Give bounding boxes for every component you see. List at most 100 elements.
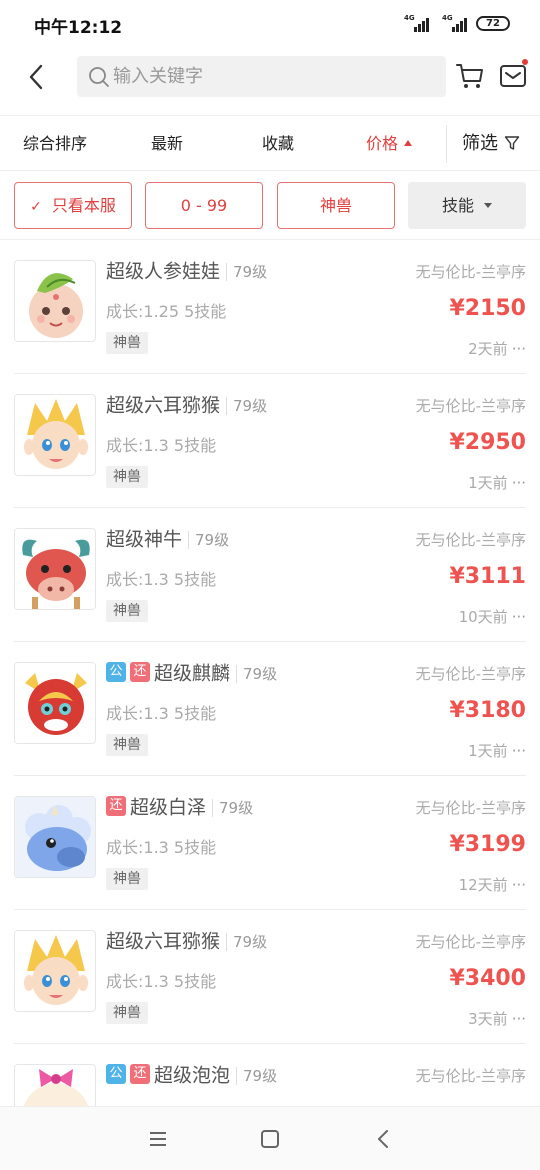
list-item[interactable]: 公还超级泡泡 79级 无与伦比-兰亭序 (0, 1044, 540, 1106)
item-level: 79级 (188, 530, 230, 549)
sort-price[interactable]: 价格 (366, 117, 413, 171)
item-server: 无与伦比-兰亭序 (415, 933, 526, 951)
home-button[interactable] (258, 1127, 282, 1151)
nav-back-icon (378, 1130, 388, 1148)
filter-button[interactable]: 筛选 (462, 117, 520, 171)
item-server: 无与伦比-兰亭序 (415, 665, 526, 683)
item-level: 79级 (236, 1066, 278, 1085)
item-price: ¥3199 (449, 832, 526, 857)
badge-bargain: 还 (130, 661, 150, 682)
more-icon[interactable]: ··· (512, 742, 526, 760)
item-price: ¥2950 (449, 430, 526, 455)
signal-icon: 4G (404, 14, 430, 32)
list-item[interactable]: 超级神牛 79级 成长:1.3 5技能 神兽 无与伦比-兰亭序 ¥3111 10天… (0, 508, 540, 642)
badge-public: 公 (106, 1063, 126, 1084)
signal-icon: 4G (442, 14, 468, 32)
mail-button[interactable] (498, 62, 528, 90)
nav-back-button[interactable] (372, 1127, 396, 1151)
item-name: 超级六耳猕猴 (106, 930, 221, 953)
chip-category[interactable]: 神兽 (277, 182, 395, 229)
item-name: 超级麒麟 (154, 662, 231, 685)
chip-label: 技能 (441, 196, 474, 215)
list-item[interactable]: 还超级白泽 79级 成长:1.3 5技能 神兽 无与伦比-兰亭序 ¥3199 12… (0, 776, 540, 910)
menu-button[interactable] (146, 1127, 170, 1151)
item-title: 公还超级泡泡 79级 (106, 1060, 278, 1090)
pet-avatar (14, 528, 96, 610)
sort-newest[interactable]: 最新 (151, 117, 183, 171)
home-square-icon (261, 1130, 279, 1148)
sort-price-label: 价格 (366, 134, 399, 153)
status-bar: 中午12:12 4G 4G 72 (0, 0, 540, 46)
item-time-label: 1天前 (468, 742, 508, 760)
system-nav-bar (0, 1106, 540, 1170)
sort-comprehensive[interactable]: 综合排序 (23, 117, 87, 171)
item-name: 超级白泽 (130, 796, 207, 819)
item-name: 超级泡泡 (154, 1064, 231, 1087)
item-time: 1天前 ··· (468, 740, 526, 761)
more-icon[interactable]: ··· (512, 474, 526, 492)
mail-icon (500, 65, 526, 87)
status-time: 中午12:12 (34, 18, 123, 38)
item-time-label: 3天前 (468, 1010, 508, 1028)
item-title: 超级神牛 79级 (106, 524, 230, 554)
chip-label: 只看本服 (51, 196, 116, 215)
pet-avatar (14, 394, 96, 476)
search-box[interactable] (77, 56, 446, 97)
pet-avatar (14, 662, 96, 744)
header (0, 46, 540, 116)
filter-chips: ✓ 只看本服 0 - 99 神兽 技能 (0, 172, 540, 240)
item-time-label: 10天前 (458, 608, 508, 626)
item-growth: 成长:1.3 5技能 (106, 972, 217, 991)
item-time: 1天前 ··· (468, 472, 526, 493)
item-tag: 神兽 (106, 466, 148, 488)
cart-button[interactable] (455, 62, 485, 90)
chip-skills[interactable]: 技能 (408, 182, 526, 229)
list-item[interactable]: 超级人参娃娃 79级 成长:1.25 5技能 神兽 无与伦比-兰亭序 ¥2150 … (0, 240, 540, 374)
item-growth: 成长:1.3 5技能 (106, 570, 217, 589)
item-tag: 神兽 (106, 1002, 148, 1024)
item-title: 超级人参娃娃 79级 (106, 256, 268, 286)
back-button[interactable] (20, 60, 54, 94)
list-item[interactable]: 超级六耳猕猴 79级 成长:1.3 5技能 神兽 无与伦比-兰亭序 ¥3400 3… (0, 910, 540, 1044)
search-input[interactable] (113, 56, 433, 97)
pet-avatar (14, 1064, 96, 1106)
list-item[interactable]: 公还超级麒麟 79级 成长:1.3 5技能 神兽 无与伦比-兰亭序 ¥3180 1… (0, 642, 540, 776)
item-time-label: 2天前 (468, 340, 508, 358)
check-icon: ✓ (30, 199, 42, 215)
item-name: 超级人参娃娃 (106, 260, 221, 283)
item-level: 79级 (226, 262, 268, 281)
sort-favorites[interactable]: 收藏 (262, 117, 294, 171)
divider (446, 125, 447, 163)
more-icon[interactable]: ··· (512, 608, 526, 626)
item-growth: 成长:1.25 5技能 (106, 302, 227, 321)
item-tag: 神兽 (106, 332, 148, 354)
item-server: 无与伦比-兰亭序 (415, 531, 526, 549)
more-icon[interactable]: ··· (512, 340, 526, 358)
item-price: ¥3111 (449, 564, 526, 589)
badge-public: 公 (106, 661, 126, 682)
chip-own-server[interactable]: ✓ 只看本服 (14, 182, 132, 229)
item-level: 79级 (236, 664, 278, 683)
badge-bargain: 还 (106, 795, 126, 816)
list-item[interactable]: 超级六耳猕猴 79级 成长:1.3 5技能 神兽 无与伦比-兰亭序 ¥2950 1… (0, 374, 540, 508)
item-name: 超级六耳猕猴 (106, 394, 221, 417)
item-tag: 神兽 (106, 600, 148, 622)
item-title: 超级六耳猕猴 79级 (106, 390, 268, 420)
item-price: ¥2150 (449, 296, 526, 321)
dropdown-caret-icon (484, 203, 492, 208)
more-icon[interactable]: ··· (512, 876, 526, 894)
sort-up-icon (404, 140, 413, 146)
battery-icon: 72 (476, 16, 510, 31)
item-title: 还超级白泽 79级 (106, 792, 254, 822)
item-time: 12天前 ··· (459, 874, 526, 895)
filter-label: 筛选 (462, 133, 498, 154)
filter-funnel-icon (504, 135, 520, 150)
more-icon[interactable]: ··· (512, 1010, 526, 1028)
chip-price-range[interactable]: 0 - 99 (145, 182, 263, 229)
item-server: 无与伦比-兰亭序 (415, 1067, 526, 1085)
menu-icon (150, 1132, 166, 1146)
notification-dot (522, 59, 528, 65)
item-level: 79级 (226, 932, 268, 951)
item-time: 10天前 ··· (459, 606, 526, 627)
item-time-label: 12天前 (458, 876, 508, 894)
